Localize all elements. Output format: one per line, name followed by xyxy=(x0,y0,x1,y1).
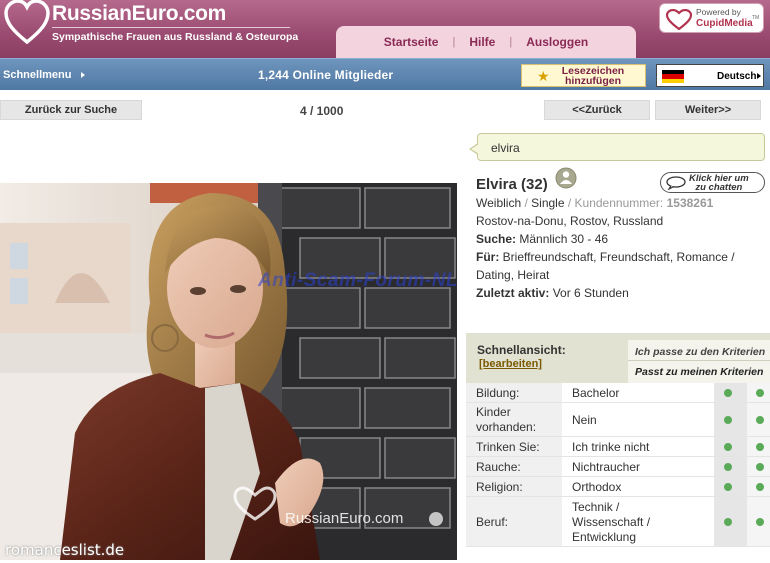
match-indicator-icon xyxy=(756,463,764,471)
language-select[interactable]: Deutsch xyxy=(656,64,764,87)
match-indicator-icon xyxy=(724,463,732,471)
match-indicator-icon xyxy=(724,389,732,397)
profile-navigation: Zurück zur Suche 4 / 1000 <<Zurück Weite… xyxy=(0,90,770,126)
result-pager: 4 / 1000 xyxy=(300,104,344,118)
profile-basics: Weiblich / Single / Kundennummer: 153826… xyxy=(476,196,714,210)
match-indicator-icon xyxy=(724,416,732,424)
quick-menu-arrow-icon[interactable] xyxy=(81,72,85,78)
match-indicator-icon xyxy=(724,443,732,451)
chat-button[interactable]: Klick hier um zu chatten xyxy=(660,172,765,193)
row-label: Beruf: xyxy=(476,515,509,529)
nav-hilfe[interactable]: Hilfe xyxy=(455,35,509,49)
row-value: Bachelor xyxy=(572,386,620,400)
last-active-label: Zuletzt aktiv: xyxy=(476,286,550,300)
bookmark-label-line2: hinzufügen xyxy=(565,75,621,87)
logo-title: RussianEuro.com xyxy=(52,2,227,25)
looking-for-value-2: Dating, Heirat xyxy=(476,268,550,282)
row-label: Religion: xyxy=(476,480,523,494)
footer-watermark: romanceslist.de xyxy=(5,541,125,559)
previous-profile-button[interactable]: <<Zurück xyxy=(544,100,650,120)
add-bookmark-button[interactable]: ★ Lesezeichen hinzufügen xyxy=(521,64,646,87)
match-indicator-icon xyxy=(756,443,764,451)
back-to-search-button[interactable]: Zurück zur Suche xyxy=(0,100,142,120)
cupidmedia-heart-icon xyxy=(666,9,692,30)
nav-startseite[interactable]: Startseite xyxy=(370,35,453,49)
nav-ausloggen[interactable]: Ausloggen xyxy=(512,35,602,49)
table-row: Bildung: Bachelor xyxy=(466,383,770,403)
german-flag-icon xyxy=(662,70,684,83)
username-bubble: elvira xyxy=(469,133,765,161)
looking-for-value-1: Brieffreundschaft, Freundschaft, Romance… xyxy=(502,250,735,264)
row-value: Ich trinke nicht xyxy=(572,440,650,454)
language-label: Deutsch xyxy=(717,71,757,82)
powered-by-text: Powered by xyxy=(696,7,741,17)
match-indicator-icon xyxy=(724,483,732,491)
criteria-i-match: Ich passe zu den Kriterien xyxy=(635,346,766,358)
row-label: Rauche: xyxy=(476,460,521,474)
customer-number: 1538261 xyxy=(666,196,714,210)
chat-label-line2: zu chatten xyxy=(695,182,743,193)
star-icon: ★ xyxy=(537,68,550,84)
match-indicator-icon xyxy=(724,518,732,526)
customer-number-label: Kundennummer: xyxy=(574,196,664,210)
match-indicator-icon xyxy=(756,483,764,491)
match-indicator-icon xyxy=(756,389,764,397)
site-logo[interactable]: RussianEuro.com Sympathische Frauen aus … xyxy=(2,0,302,56)
looking-for-label: Für: xyxy=(476,250,500,264)
quick-menu[interactable]: Schnellmenu xyxy=(3,69,71,81)
quickview-title: Schnellansicht: xyxy=(477,343,566,357)
profile-looking-for: Für: Brieffreundschaft, Freundschaft, Ro… xyxy=(476,250,735,264)
relationship-status: Single xyxy=(531,196,565,210)
criteria-matches-mine: Passt zu meinen Kriterien xyxy=(635,366,764,378)
powered-by-badge[interactable]: Powered by CupidMedia TM xyxy=(659,3,764,33)
trademark-mark: TM xyxy=(752,15,760,21)
profile-search: Suche: Männlich 30 - 46 xyxy=(476,232,608,246)
chat-bubble-icon xyxy=(666,176,686,190)
username: elvira xyxy=(491,141,520,155)
profile-last-active: Zuletzt aktiv: Vor 6 Stunden xyxy=(476,286,629,300)
table-row: Trinken Sie: Ich trinke nicht xyxy=(466,437,770,457)
heart-logo-icon xyxy=(4,0,50,45)
match-indicator-icon xyxy=(756,518,764,526)
last-active-value: Vor 6 Stunden xyxy=(552,286,629,300)
overlay-watermark: Anti-Scam-Forum-NL xyxy=(258,270,459,291)
row-value: Nein xyxy=(572,413,597,427)
online-members-count[interactable]: 1,244 Online Mitglieder xyxy=(258,68,393,82)
table-row: Kinder vorhanden: Nein xyxy=(466,403,770,437)
row-value: Technik / Wissenschaft / Entwicklung xyxy=(572,500,651,544)
logo-divider xyxy=(52,27,290,28)
search-label: Suche: xyxy=(476,232,517,246)
table-row: Rauche: Nichtraucher xyxy=(466,457,770,477)
row-value: Orthodox xyxy=(572,480,622,494)
table-row: Beruf: Technik / Wissenschaft / Entwickl… xyxy=(466,497,770,547)
gender: Weiblich xyxy=(476,196,522,210)
criteria-header: Ich passe zu den Kriterien Passt zu mein… xyxy=(628,340,770,383)
profile-photo[interactable]: RussianEuro.com xyxy=(0,183,457,560)
profile-location: Rostov-na-Donu, Rostov, Russland xyxy=(476,214,664,228)
row-label: Kinder vorhanden: xyxy=(476,405,537,434)
search-value: Männlich 30 - 46 xyxy=(519,232,609,246)
criteria-divider xyxy=(628,360,770,361)
logo-subtitle: Sympathische Frauen aus Russland & Osteu… xyxy=(52,31,299,43)
chevron-right-icon xyxy=(757,73,761,79)
powered-by-brand: CupidMedia xyxy=(696,18,753,29)
photo-brand-watermark: RussianEuro.com xyxy=(285,510,404,527)
row-label: Trinken Sie: xyxy=(476,440,540,454)
chat-button-label: Klick hier um zu chatten xyxy=(689,174,749,193)
profile-photo-image xyxy=(0,183,457,560)
profile-name-age: Elvira (32) xyxy=(476,176,548,193)
table-row: Religion: Orthodox xyxy=(466,477,770,497)
brand-name: CupidMedia xyxy=(696,18,753,29)
row-label: Bildung: xyxy=(476,386,520,400)
row-value: Nichtraucher xyxy=(572,460,641,474)
site-header: RussianEuro.com Sympathische Frauen aus … xyxy=(0,0,770,58)
next-profile-button[interactable]: Weiter>> xyxy=(655,100,761,120)
person-icon[interactable] xyxy=(555,167,577,189)
member-toolbar: Schnellmenu 1,244 Online Mitglieder ★ Le… xyxy=(0,58,770,90)
bubble-tail-inner xyxy=(471,144,479,154)
top-navigation: Startseite | Hilfe | Ausloggen xyxy=(336,26,636,58)
edit-quickview-link[interactable]: [bearbeiten] xyxy=(479,358,542,370)
match-indicator-icon xyxy=(756,416,764,424)
bookmark-label: Lesezeichen hinzufügen xyxy=(557,66,629,87)
